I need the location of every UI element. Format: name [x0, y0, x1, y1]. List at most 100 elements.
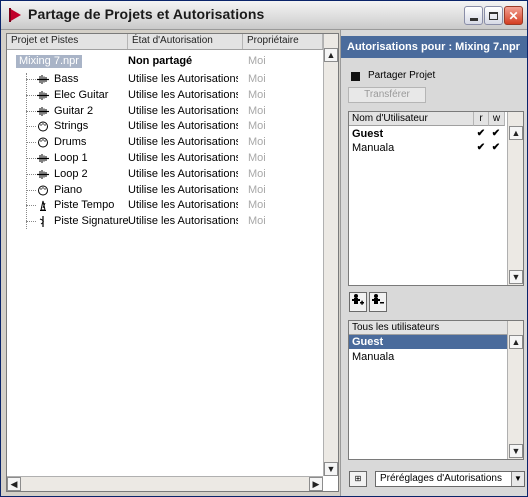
minimize-icon — [469, 18, 478, 21]
add-user-button[interactable] — [349, 292, 367, 312]
track-state: Utilise les Autorisations Pro — [128, 73, 238, 85]
scroll-down-button[interactable]: ▼ — [324, 462, 338, 476]
track-name: Drums — [54, 136, 87, 149]
audio-track-icon — [37, 106, 49, 117]
scroll-up-button[interactable]: ▲ — [509, 126, 523, 140]
all-user-row-manuala[interactable]: Manuala — [349, 350, 520, 364]
tree-row-track[interactable]: Loop 1 Utilise les Autorisations Pro Moi — [7, 152, 323, 165]
audio-track-icon — [37, 90, 49, 101]
tree-row-track[interactable]: Piste Signature Utilise les Autorisations… — [7, 215, 323, 228]
scroll-right-button[interactable]: ▶ — [309, 477, 323, 491]
permissions-panel: Autorisations pour : Mixing 7.npr Partag… — [340, 30, 527, 496]
user-name: Guest — [352, 128, 384, 140]
permissions-header: Autorisations pour : Mixing 7.npr — [341, 36, 527, 58]
share-checkbox-box[interactable] — [351, 72, 360, 81]
track-state: Utilise les Autorisations Pro — [128, 183, 238, 196]
tree-row-track[interactable]: Elec Guitar Utilise les Autorisations Pro… — [7, 89, 323, 102]
project-owner: Moi — [248, 55, 266, 67]
column-read[interactable]: r — [474, 112, 489, 126]
write-check-icon[interactable]: ✔ — [489, 127, 503, 141]
track-state: Utilise les Autorisations Pro — [128, 152, 238, 164]
track-name: Piste Tempo — [54, 199, 115, 212]
track-owner: Moi — [248, 167, 266, 180]
track-state: Utilise les Autorisations Pro — [128, 215, 238, 228]
tree-row-track[interactable]: Guitar 2 Utilise les Autorisations Pro Moi — [7, 105, 323, 118]
permissions-window: Partage de Projets et Autorisations ✕ Pr… — [0, 0, 528, 497]
tree-vertical-scrollbar[interactable]: ▲ ▼ — [323, 34, 338, 476]
column-user-name[interactable]: Nom d'Utilisateur — [349, 112, 474, 126]
track-name: Loop 2 — [54, 167, 88, 180]
tree-horizontal-scrollbar[interactable]: ◀ ▶ — [7, 476, 323, 491]
write-check-icon[interactable]: ✔ — [489, 141, 503, 155]
permission-presets-dropdown[interactable]: Préréglages d'Autorisations ▼ — [375, 471, 525, 487]
preset-store-button[interactable]: ⊞ — [349, 471, 367, 487]
track-state: Utilise les Autorisations Pro — [128, 199, 238, 212]
track-name: Elec Guitar — [54, 88, 109, 101]
close-icon: ✕ — [508, 8, 519, 23]
user-name: Manuala — [352, 351, 395, 363]
track-state: Utilise les Autorisations Pro — [128, 88, 238, 101]
track-owner: Moi — [248, 199, 266, 212]
scroll-up-button[interactable]: ▲ — [324, 48, 338, 62]
remove-user-button[interactable] — [369, 292, 387, 312]
column-project[interactable]: Projet et Pistes — [7, 34, 128, 49]
midi-track-icon — [37, 121, 49, 132]
track-owner: Moi — [248, 152, 266, 164]
maximize-button[interactable] — [484, 6, 503, 25]
user-name: Manuala — [352, 142, 395, 154]
all-users-list: Tous les utilisateurs Guest Manuala ▲ ▼ — [348, 320, 524, 460]
user-name: Guest — [352, 336, 384, 348]
track-owner: Moi — [248, 215, 266, 228]
share-project-label: Partager Projet — [368, 70, 436, 81]
project-tree-panel: Projet et Pistes État d'Autorisation Pro… — [6, 33, 339, 492]
tree-row-track[interactable]: Loop 2 Utilise les Autorisations Pro Moi — [7, 168, 323, 181]
track-owner: Moi — [248, 88, 266, 101]
scroll-down-button[interactable]: ▼ — [509, 270, 523, 284]
track-state: Utilise les Autorisations Pro — [128, 120, 238, 133]
column-owner[interactable]: Propriétaire — [243, 34, 323, 49]
track-owner: Moi — [248, 136, 266, 149]
track-owner: Moi — [248, 120, 266, 133]
column-state[interactable]: État d'Autorisation — [128, 34, 243, 49]
user-list-scrollbar[interactable]: ▲ ▼ — [507, 112, 523, 285]
project-state: Non partagé — [128, 55, 193, 67]
track-state: Utilise les Autorisations Pro — [128, 167, 238, 180]
track-name: Piano — [54, 183, 83, 196]
tree-row-track[interactable]: Bass Utilise les Autorisations Pro Moi — [7, 73, 323, 86]
user-row-manuala[interactable]: Manuala ✔ ✔ — [349, 141, 520, 155]
transfer-button[interactable]: Transférer — [348, 87, 426, 103]
track-name: Strings — [54, 120, 89, 133]
read-check-icon[interactable]: ✔ — [474, 141, 488, 155]
audio-track-icon — [37, 169, 49, 180]
track-name: Piste Signature — [54, 215, 129, 228]
column-write[interactable]: w — [489, 112, 505, 126]
user-row-guest[interactable]: Guest ✔ ✔ — [349, 127, 520, 141]
remove-user-icon — [372, 294, 384, 304]
chevron-down-icon[interactable]: ▼ — [511, 472, 524, 486]
track-name: Bass — [54, 73, 79, 85]
scroll-up-button[interactable]: ▲ — [509, 335, 523, 349]
scroll-down-button[interactable]: ▼ — [509, 444, 523, 458]
audio-track-icon — [37, 153, 49, 164]
track-state: Utilise les Autorisations Pro — [128, 104, 238, 117]
all-users-scrollbar[interactable]: ▲ ▼ — [507, 321, 523, 459]
track-owner: Moi — [248, 183, 266, 196]
track-name: Guitar 2 — [54, 104, 94, 117]
audio-track-icon — [37, 74, 49, 85]
track-state: Utilise les Autorisations Pro — [128, 136, 238, 149]
add-user-icon — [352, 294, 364, 305]
tree-row-track[interactable]: Piste Tempo Utilise les Autorisations Pro… — [7, 199, 323, 212]
tree-row-track[interactable]: Piano Utilise les Autorisations Pro Moi — [7, 184, 323, 197]
all-user-row-guest[interactable]: Guest — [349, 335, 520, 349]
close-button[interactable]: ✕ — [504, 6, 523, 25]
title-bar[interactable]: Partage de Projets et Autorisations ✕ — [1, 1, 527, 30]
cubase-logo-icon — [9, 8, 21, 22]
project-name: Mixing 7.npr — [16, 55, 82, 68]
tree-row-track[interactable]: Drums Utilise les Autorisations Pro Moi — [7, 136, 323, 149]
read-check-icon[interactable]: ✔ — [474, 127, 488, 141]
minimize-button[interactable] — [464, 6, 483, 25]
scroll-left-button[interactable]: ◀ — [7, 477, 21, 491]
tree-row-track[interactable]: Strings Utilise les Autorisations Pro Moi — [7, 120, 323, 133]
tree-row-root[interactable]: Mixing 7.npr Non partagé Moi — [7, 55, 323, 68]
window-title: Partage de Projets et Autorisations — [28, 6, 265, 22]
